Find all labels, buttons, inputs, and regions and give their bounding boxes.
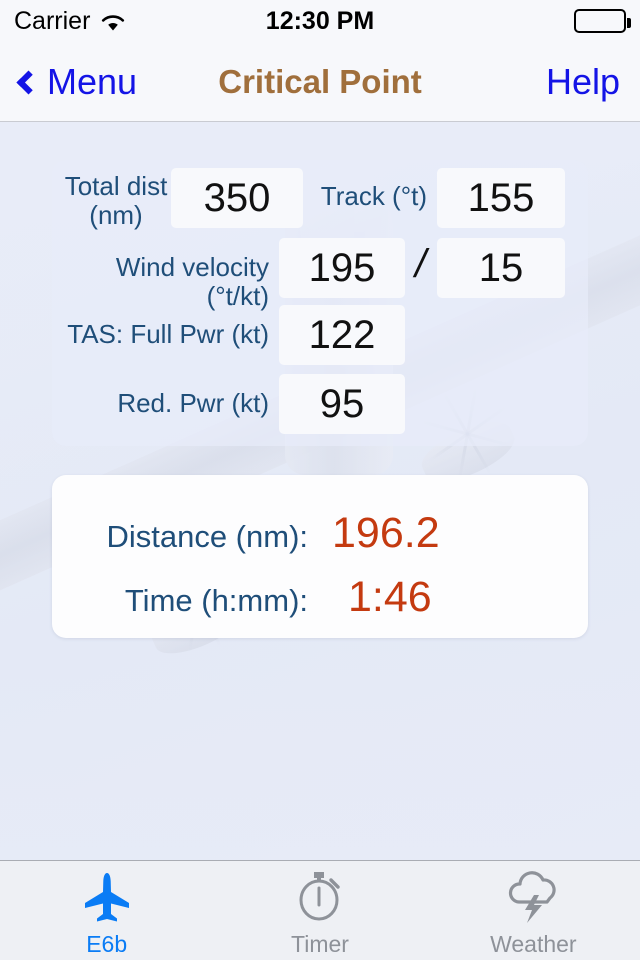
wifi-icon: [100, 11, 126, 31]
chevron-left-icon: [16, 70, 41, 95]
track-input[interactable]: 155: [437, 168, 565, 228]
time-label: Time (h:mm):: [124, 583, 308, 618]
reduced-power-label: Red. Pwr (kt): [117, 388, 269, 418]
tab-label-weather: Weather: [490, 931, 577, 957]
wind-speed-input[interactable]: 15: [437, 238, 565, 298]
distance-label: Distance (nm):: [106, 519, 308, 554]
status-bar: Carrier 12:30 PM: [0, 0, 640, 42]
wind-direction-input[interactable]: 195: [279, 238, 405, 298]
total-dist-input[interactable]: 350: [171, 168, 303, 228]
carrier-label: Carrier: [14, 6, 91, 35]
app-screen: Carrier 12:30 PM Menu Critical Point Hel…: [0, 0, 640, 960]
tas-full-power-input[interactable]: 122: [279, 305, 405, 365]
inputs-card: Total dist (nm) 350 Track (°t) 155 Wind …: [52, 160, 588, 446]
tab-timer[interactable]: Timer: [213, 861, 426, 960]
tab-label-timer: Timer: [291, 931, 349, 957]
status-bar-left: Carrier: [14, 7, 126, 36]
tab-bar: E6b Timer Weather: [0, 860, 640, 960]
help-button[interactable]: Help: [546, 61, 620, 103]
tab-weather[interactable]: Weather: [427, 861, 640, 960]
track-label: Track (°t): [320, 181, 427, 211]
tab-label-e6b: E6b: [86, 931, 128, 957]
back-button-label: Menu: [47, 60, 138, 102]
stopwatch-icon: [292, 869, 348, 925]
results-card: Distance (nm): 196.2 Time (h:mm): 1:46: [52, 475, 588, 638]
wind-velocity-label: Wind velocity (°t/kt): [115, 252, 269, 312]
battery-full-icon: [574, 9, 631, 33]
thunderstorm-cloud-icon: [503, 869, 563, 925]
status-bar-right: [574, 9, 631, 33]
distance-value: 196.2: [332, 509, 440, 557]
navigation-bar: Menu Critical Point Help: [0, 42, 640, 122]
tab-e6b[interactable]: E6b: [0, 861, 213, 960]
result-row-time: Time (h:mm): 1:46: [92, 573, 548, 622]
back-button-menu[interactable]: Menu: [16, 60, 138, 103]
wind-separator: /: [415, 242, 427, 286]
result-row-distance: Distance (nm): 196.2: [92, 509, 548, 558]
reduced-power-input[interactable]: 95: [279, 374, 405, 434]
airplane-icon: [79, 869, 135, 925]
total-dist-label: Total dist (nm): [64, 171, 168, 231]
tas-full-power-label: TAS: Full Pwr (kt): [67, 319, 269, 349]
time-value: 1:46: [348, 573, 432, 621]
